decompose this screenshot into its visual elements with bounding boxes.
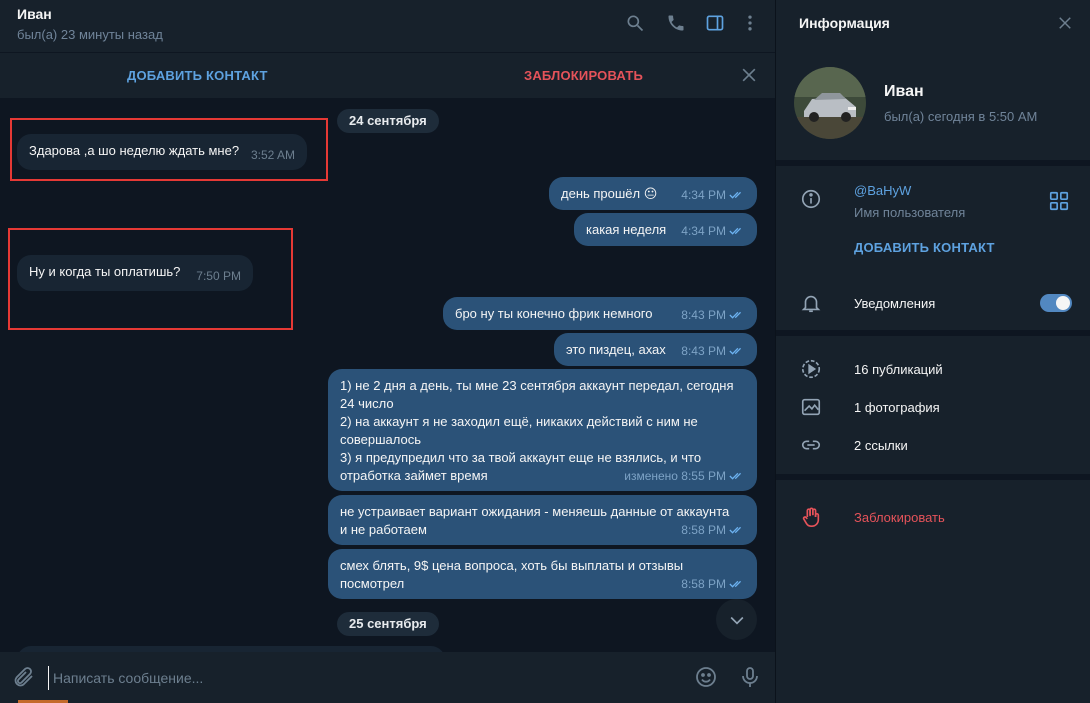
date-separator: 24 сентября bbox=[337, 109, 439, 133]
message-time: 4:34 PM bbox=[681, 188, 726, 202]
avatar[interactable] bbox=[794, 67, 866, 139]
bell-icon bbox=[800, 292, 822, 314]
chevron-down-icon bbox=[730, 616, 743, 625]
message-meta: 8:43 PM bbox=[681, 342, 745, 360]
username-link[interactable]: @BaHyW bbox=[854, 183, 911, 198]
notifications-toggle[interactable] bbox=[1040, 294, 1072, 312]
emoji-icon[interactable] bbox=[694, 665, 718, 689]
message-line: 24 число bbox=[340, 396, 394, 411]
info-icon bbox=[800, 188, 822, 210]
message-text: это пиздец, ахах bbox=[566, 342, 666, 357]
qr-code-icon[interactable] bbox=[1048, 190, 1070, 212]
message-text: бро ну ты конечно фрик немного bbox=[455, 306, 653, 321]
profile-section: Информация Иван был(а) сегодня в 5:50 AM bbox=[776, 0, 1090, 160]
message-time: изменено 8:55 PM bbox=[624, 469, 726, 483]
message-bubble[interactable]: смех блять, 9$ цена вопроса, хоть бы вып… bbox=[328, 549, 757, 599]
message-line: смех блять, 9$ цена вопроса, хоть бы вып… bbox=[340, 558, 684, 573]
message-time: 8:43 PM bbox=[681, 308, 726, 322]
message-bubble[interactable]: день прошёл 😐 4:34 PM bbox=[549, 177, 757, 210]
chat-title[interactable]: Иван bbox=[17, 6, 52, 22]
block-button[interactable]: ЗАБЛОКИРОВАТЬ bbox=[524, 68, 643, 83]
message-text: Здарова ,а шо неделю ждать мне? bbox=[29, 143, 240, 158]
posts-count[interactable]: 16 публикаций bbox=[854, 362, 943, 377]
double-check-icon bbox=[729, 227, 742, 235]
message-meta: 8:58 PM bbox=[681, 521, 745, 539]
hand-stop-icon bbox=[800, 506, 822, 528]
links-count[interactable]: 2 ссылки bbox=[854, 438, 908, 453]
chat-window: Иван был(а) 23 минуты назад ДОБАВИТЬ КОН… bbox=[0, 0, 775, 703]
contact-name: Иван bbox=[884, 83, 924, 100]
attach-icon[interactable] bbox=[12, 665, 36, 689]
add-contact-button[interactable]: ДОБАВИТЬ КОНТАКТ bbox=[127, 68, 268, 83]
chat-status: был(а) 23 минуты назад bbox=[17, 27, 163, 42]
message-bubble[interactable]: бро ну ты конечно фрик немного 8:43 PM bbox=[443, 297, 757, 330]
message-time: 8:58 PM bbox=[681, 523, 726, 537]
photos-count[interactable]: 1 фотография bbox=[854, 400, 940, 415]
date-separator: 25 сентября bbox=[337, 612, 439, 636]
scroll-down-button[interactable] bbox=[716, 599, 757, 640]
chat-header: Иван был(а) 23 минуты назад bbox=[0, 0, 775, 52]
link-icon bbox=[800, 434, 822, 456]
message-list[interactable]: 24 сентября Здарова ,а шо неделю ждать м… bbox=[0, 98, 775, 652]
message-time: 7:50 PM bbox=[196, 269, 241, 283]
double-check-icon bbox=[729, 472, 742, 480]
details-section: @BaHyW Имя пользователя ДОБАВИТЬ КОНТАКТ… bbox=[776, 166, 1090, 330]
phone-icon[interactable] bbox=[665, 12, 687, 34]
microphone-icon[interactable] bbox=[738, 665, 762, 689]
composer bbox=[0, 652, 775, 703]
media-section: 16 публикаций 1 фотография 2 ссылки bbox=[776, 336, 1090, 474]
more-options-icon[interactable] bbox=[739, 12, 761, 34]
message-line: 3) я предупредил что за твой аккаунт еще… bbox=[340, 450, 702, 465]
message-text: Ну и когда ты оплатишь? bbox=[29, 264, 181, 279]
message-bubble[interactable]: 1) не 2 дня а день, ты мне 23 сентября а… bbox=[328, 369, 757, 491]
close-icon[interactable] bbox=[1056, 14, 1074, 32]
message-meta: 8:43 PM bbox=[681, 306, 745, 324]
double-check-icon bbox=[729, 311, 742, 319]
add-contact-button[interactable]: ДОБАВИТЬ КОНТАКТ bbox=[854, 240, 995, 255]
message-bubble[interactable]: Здарова ,а шо неделю ждать мне? 3:52 AM bbox=[17, 134, 307, 170]
double-check-icon bbox=[729, 347, 742, 355]
message-time: 3:52 AM bbox=[250, 148, 295, 162]
message-line: совершалось bbox=[340, 432, 421, 447]
message-time: 8:43 PM bbox=[681, 344, 726, 358]
posts-icon bbox=[800, 358, 822, 380]
message-time: 8:58 PM bbox=[681, 577, 726, 591]
danger-section: Заблокировать bbox=[776, 480, 1090, 703]
sidebar-toggle-icon[interactable] bbox=[704, 12, 726, 34]
photo-icon bbox=[800, 396, 822, 418]
block-user-button[interactable]: Заблокировать bbox=[854, 510, 945, 525]
info-title: Информация bbox=[799, 15, 890, 31]
double-check-icon bbox=[729, 580, 742, 588]
message-meta: 4:34 PM bbox=[681, 222, 745, 240]
contact-status: был(а) сегодня в 5:50 AM bbox=[884, 109, 1038, 124]
message-time: 4:34 PM bbox=[681, 224, 726, 238]
message-bubble[interactable]: какая неделя 4:34 PM bbox=[574, 213, 757, 246]
message-bubble[interactable]: Ну и когда ты оплатишь? 7:50 PM bbox=[17, 255, 253, 291]
message-meta: 8:58 PM bbox=[681, 575, 745, 593]
search-icon[interactable] bbox=[624, 12, 646, 34]
message-line: 1) не 2 дня а день, ты мне 23 сентября а… bbox=[340, 378, 734, 393]
message-bubble[interactable]: это пиздец, ахах 8:43 PM bbox=[554, 333, 757, 366]
message-text: день прошёл 😐 bbox=[561, 186, 658, 201]
message-input[interactable] bbox=[48, 666, 648, 690]
username-label: Имя пользователя bbox=[854, 205, 966, 220]
info-panel: Информация Иван был(а) сегодня в 5:50 AM… bbox=[775, 0, 1090, 703]
double-check-icon bbox=[729, 191, 742, 199]
message-line: не устраивает вариант ожидания - меняешь… bbox=[340, 504, 730, 519]
close-icon[interactable] bbox=[739, 65, 759, 85]
contact-action-bar: ДОБАВИТЬ КОНТАКТ ЗАБЛОКИРОВАТЬ bbox=[0, 52, 775, 98]
message-meta: изменено 8:55 PM bbox=[624, 467, 745, 485]
message-text: какая неделя bbox=[586, 222, 667, 237]
message-line: 2) на аккаунт я не заходил ещё, никаких … bbox=[340, 414, 698, 429]
message-bubble[interactable]: не устраивает вариант ожидания - меняешь… bbox=[328, 495, 757, 545]
notifications-label: Уведомления bbox=[854, 296, 936, 311]
message-meta: 4:34 PM bbox=[681, 186, 745, 204]
double-check-icon bbox=[729, 526, 742, 534]
